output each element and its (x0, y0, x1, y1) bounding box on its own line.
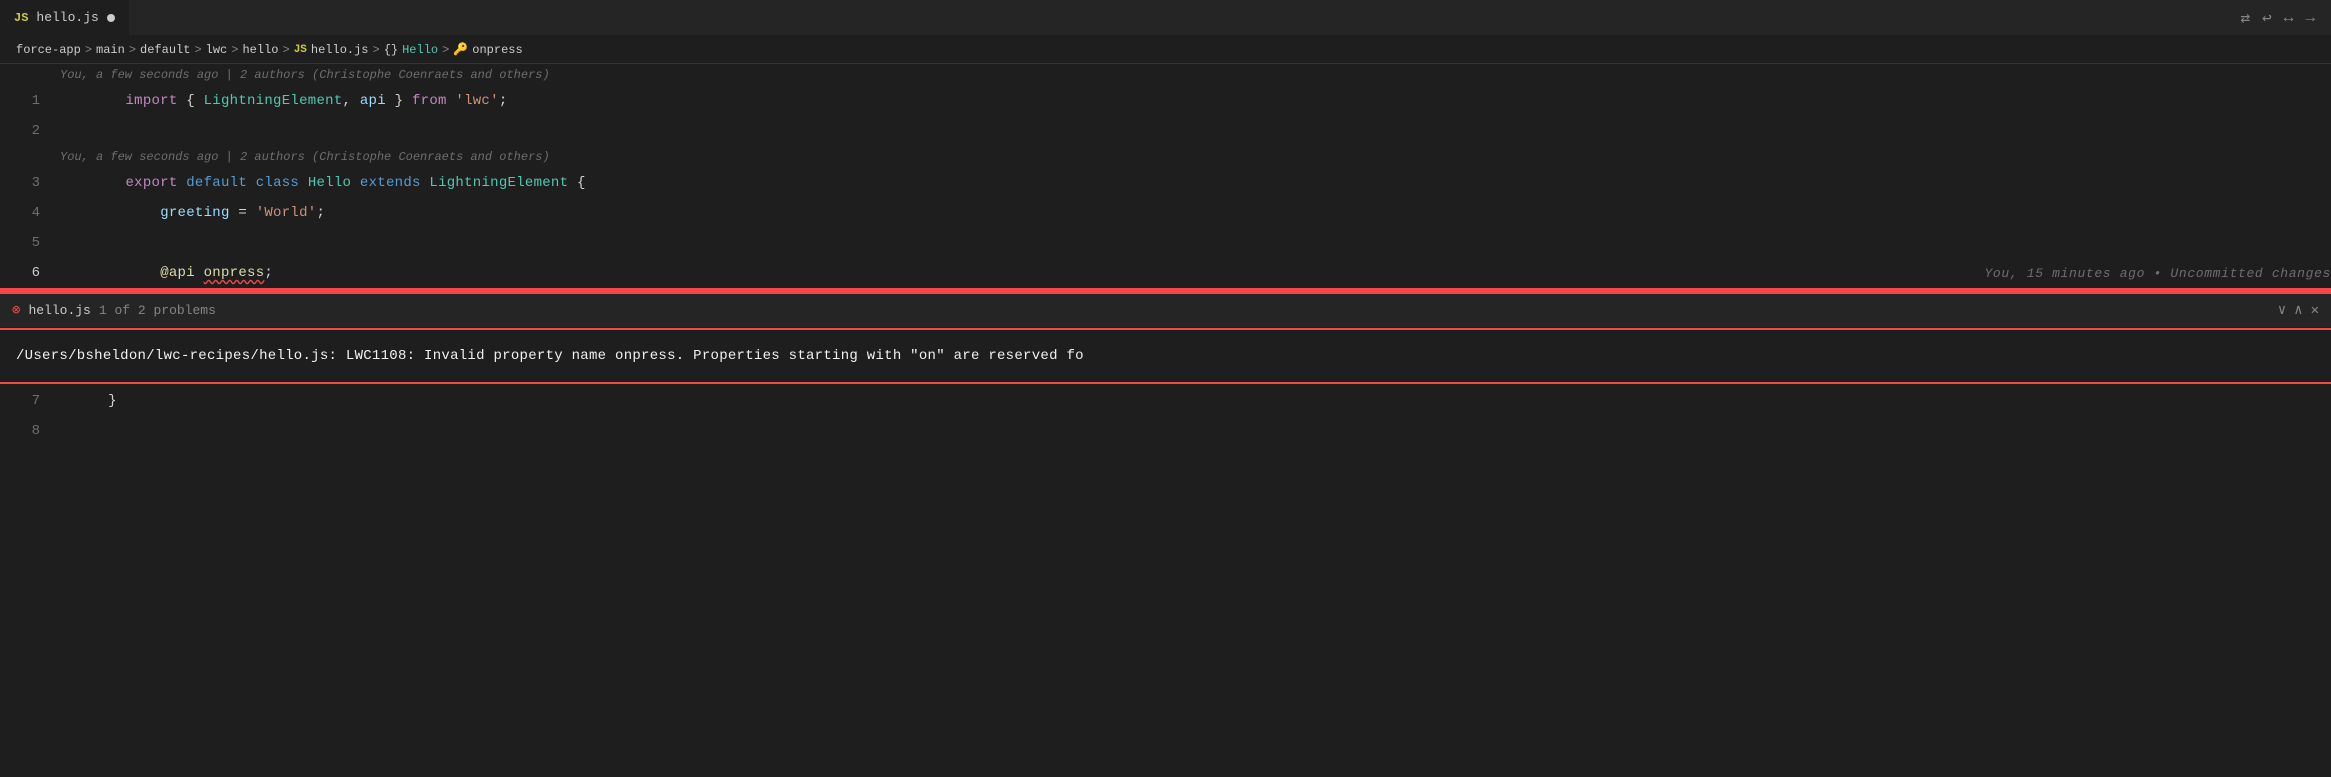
code-line-6: 6 @api onpress; You, 15 minutes ago • Un… (0, 258, 2331, 288)
breadcrumb-item-onpress[interactable]: onpress (472, 43, 522, 57)
error-circle-icon: ⊗ (12, 302, 20, 319)
panel-controls: ∨ ∧ ✕ (2278, 302, 2319, 319)
go-back-icon[interactable]: ↩ (2262, 8, 2272, 28)
error-filename: hello.js (28, 303, 90, 318)
git-blame-line6: You, 15 minutes ago • Uncommitted change… (1984, 266, 2331, 281)
error-message-area: /Users/bsheldon/lwc-recipes/hello.js: LW… (0, 328, 2331, 384)
tab-bar: JS hello.js ⇄ ↩ ↔ → (0, 0, 2331, 36)
line-content-6: @api onpress; (56, 249, 1944, 297)
split-editor-icon[interactable]: ↔ (2284, 9, 2294, 27)
collapse-panel-icon[interactable]: ∨ (2278, 302, 2286, 319)
code-line-8: 8 (0, 416, 2331, 446)
line-number-5: 5 (0, 235, 56, 251)
breadcrumb-property-icon: 🔑 (453, 42, 468, 57)
token-semicolon-1: ; (499, 93, 508, 109)
token-greeting: greeting (160, 205, 229, 221)
line-number-1: 1 (0, 93, 56, 109)
code-area: You, a few seconds ago | 2 authors (Chri… (0, 64, 2331, 288)
error-panel-header: ⊗ hello.js 1 of 2 problems ∨ ∧ ✕ (0, 292, 2331, 328)
breadcrumb-item-hello-folder[interactable]: hello (242, 43, 278, 57)
code-line-4: 4 greeting = 'World'; (0, 198, 2331, 228)
breadcrumb-js-icon: JS (294, 44, 307, 56)
tab-filename: hello.js (36, 10, 98, 25)
token-lightning-element: LightningElement (204, 93, 343, 109)
line-number-6: 6 (0, 265, 56, 281)
js-file-icon: JS (14, 11, 28, 25)
code-line-1: 1 import { LightningElement, api } from … (0, 86, 2331, 116)
breadcrumb-item-hello-js[interactable]: hello.js (311, 43, 369, 57)
more-actions-icon[interactable]: → (2305, 9, 2315, 27)
toolbar-right: ⇄ ↩ ↔ → (2241, 8, 2331, 28)
token-api-decorator: @api (160, 265, 195, 281)
token-semicolon-4: ; (316, 205, 325, 221)
error-message-text: /Users/bsheldon/lwc-recipes/hello.js: LW… (16, 348, 1084, 364)
line-number-4: 4 (0, 205, 56, 221)
token-api: api (360, 93, 386, 109)
code-line-2: 2 (0, 116, 2331, 146)
error-count: 1 of 2 problems (99, 303, 216, 318)
line-number-7: 7 (0, 393, 56, 409)
token-curly-close: } (108, 393, 117, 409)
editor-area: You, a few seconds ago | 2 authors (Chri… (0, 64, 2331, 288)
token-onpress: onpress (204, 265, 265, 281)
line-number-3: 3 (0, 175, 56, 191)
close-panel-icon[interactable]: ✕ (2311, 302, 2319, 319)
breadcrumb-item-main[interactable]: main (96, 43, 125, 57)
tab-modified-indicator (107, 14, 115, 22)
toggle-diff-icon[interactable]: ⇄ (2241, 8, 2251, 28)
breadcrumb-item-force-app[interactable]: force-app (16, 43, 81, 57)
token-eq: = (230, 205, 256, 221)
breadcrumb-item-default[interactable]: default (140, 43, 190, 57)
token-import: import (125, 93, 177, 109)
breadcrumb-item-lwc[interactable]: lwc (206, 43, 228, 57)
expand-panel-icon[interactable]: ∧ (2294, 302, 2302, 319)
token-brace-open: { (178, 93, 204, 109)
breadcrumb: force-app > main > default > lwc > hello… (0, 36, 2331, 64)
line-number-8: 8 (0, 423, 56, 439)
line-content-8 (56, 423, 2331, 439)
editor-tab[interactable]: JS hello.js (0, 0, 130, 36)
token-brace-close: } (386, 93, 412, 109)
line-number-2: 2 (0, 123, 56, 139)
token-semicolon-6: ; (264, 265, 273, 281)
breadcrumb-class-icon: {} (384, 43, 398, 57)
code-line-7: 7 } (0, 386, 2331, 416)
token-world-string: 'World' (256, 205, 317, 221)
breadcrumb-item-hello-class[interactable]: Hello (402, 43, 438, 57)
line-content-2 (56, 123, 2331, 139)
error-panel: ⊗ hello.js 1 of 2 problems ∨ ∧ ✕ /Users/… (0, 291, 2331, 384)
token-lwc-string: 'lwc' (455, 93, 498, 109)
token-comma: , (343, 93, 360, 109)
token-from: from (412, 93, 447, 109)
bottom-code-area: 7 } 8 (0, 384, 2331, 446)
